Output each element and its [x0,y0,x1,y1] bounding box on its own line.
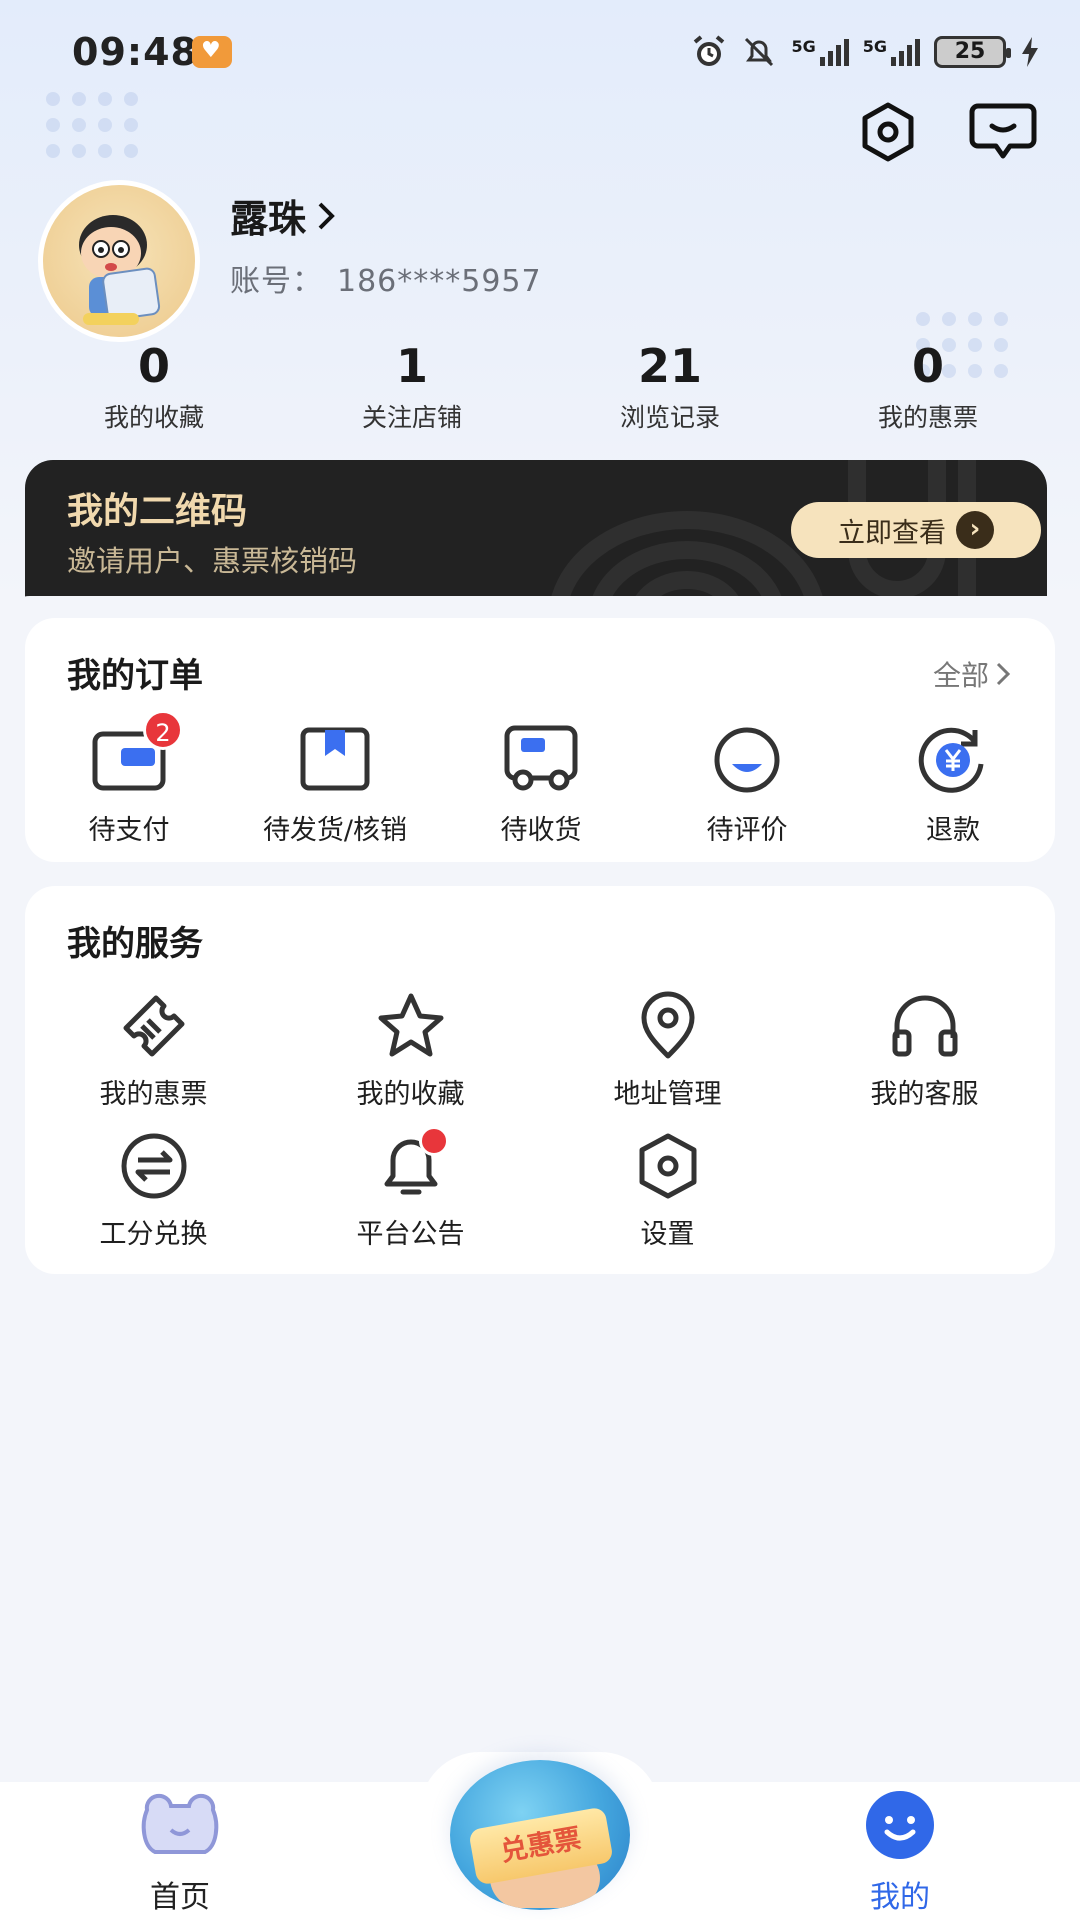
qr-banner-subtitle: 邀请用户、惠票核销码 [67,544,358,578]
signal-bars-icon [819,39,849,66]
service-label: 我的惠票 [99,1079,208,1110]
home-frog-icon [141,1793,219,1854]
stat-value: 0 [137,339,170,393]
service-settings[interactable]: 设置 [539,1130,796,1251]
truck-icon [504,725,578,791]
battery-indicator: 25 [934,36,1011,68]
qr-code-banner[interactable]: 我的二维码 邀请用户、惠票核销码 立即查看 › [25,460,1047,610]
service-label: 平台公告 [356,1219,465,1250]
order-label: 待发货/核销 [262,815,408,846]
order-pending-payment[interactable]: 2 待支付 [29,710,229,847]
stat-value: 21 [637,339,702,393]
network-label-1: 5G [791,37,816,56]
arrow-right-icon: › [956,511,994,549]
network-label-2: 5G [862,37,887,56]
stat-followed-shops[interactable]: 1 关注店铺 [283,338,541,434]
chevron-right-icon [318,202,335,229]
stat-label: 关注店铺 [361,403,462,432]
account-number: 186****5957 [337,264,542,299]
stat-history[interactable]: 21 浏览记录 [541,338,799,434]
service-announcements[interactable]: 平台公告 [282,1126,539,1251]
service-label: 地址管理 [613,1079,722,1110]
view-now-button[interactable]: 立即查看 › [791,502,1041,558]
exchange-icon [121,1133,186,1199]
headset-icon [892,995,957,1057]
username-link[interactable]: 露珠 [230,188,338,243]
service-label: 我的收藏 [356,1079,465,1110]
stat-value: 0 [911,339,944,393]
signal-5g-2: 5G [863,37,920,67]
alarm-icon [694,35,725,66]
order-label: 待收货 [500,815,582,846]
orders-all-link[interactable]: 全部 [933,654,1011,694]
service-label: 设置 [640,1219,695,1250]
orders-card: 我的订单 全部 2 待支付 待发货/核销 待收货 待评价 退款 [25,618,1055,862]
tab-home-label: 首页 [150,1880,210,1915]
tab-home[interactable]: 首页 [80,1790,280,1916]
service-customer-service[interactable]: 我的客服 [796,990,1053,1111]
stat-label: 我的收藏 [103,403,204,432]
refund-yen-icon [918,727,984,793]
orders-title: 我的订单 [67,656,203,696]
chevron-right-icon [996,662,1011,686]
order-label: 退款 [926,815,980,846]
profile-page: 09:48 5G 5G 25 [0,0,1080,1920]
service-my-favorites[interactable]: 我的收藏 [282,990,539,1111]
settings-hex-icon [639,1133,696,1199]
avatar-cartoon-image [79,215,161,325]
orders-all-label: 全部 [932,659,989,692]
star-icon [378,993,443,1057]
account-label: 账号： [230,264,323,299]
mine-smile-icon [866,1791,934,1859]
service-address[interactable]: 地址管理 [539,990,796,1111]
service-label: 我的客服 [870,1079,979,1110]
order-pending-shipment[interactable]: 待发货/核销 [235,724,435,847]
mute-bell-icon [745,37,774,67]
notification-dot [418,1126,449,1156]
message-icon[interactable] [968,100,1038,164]
ticket-icon [123,995,184,1057]
stat-label: 我的惠票 [877,403,978,432]
stats-row: 0 我的收藏 1 关注店铺 21 浏览记录 0 我的惠票 [0,338,1080,434]
order-pending-receipt[interactable]: 待收货 [441,724,641,847]
signal-bars-icon [891,39,920,66]
qr-banner-title: 我的二维码 [67,491,248,532]
stat-label: 浏览记录 [619,403,720,432]
battery-level: 25 [954,39,986,64]
order-label: 待支付 [88,815,170,846]
signal-5g-1: 5G [791,37,849,67]
tab-mine-label: 我的 [870,1880,930,1915]
health-app-icon [192,36,232,68]
order-pending-review[interactable]: 待评价 [647,724,847,847]
status-icons: 5G 5G 25 [691,34,1040,70]
bookmark-box-icon [300,727,370,791]
status-time: 09:48 [72,30,198,74]
pending-payment-badge: 2 [143,710,183,750]
stat-favorites[interactable]: 0 我的收藏 [25,338,283,434]
location-pin-icon [641,991,694,1059]
order-refund[interactable]: 退款 [853,724,1053,847]
scan-settings-icon[interactable] [856,100,920,164]
service-points-exchange[interactable]: 工分兑换 [25,1130,282,1251]
services-title: 我的服务 [67,924,203,964]
account-info: 账号： 186****5957 [230,256,542,300]
stat-value: 1 [395,339,428,393]
view-now-label: 立即查看 [838,517,946,549]
smile-comment-icon [714,727,780,793]
service-label: 工分兑换 [99,1219,208,1250]
redeem-ticket-button[interactable]: 兑惠票 [450,1760,630,1910]
decor-dots-left [46,92,138,158]
order-label: 待评价 [706,815,788,846]
tab-mine[interactable]: 我的 [800,1790,1000,1916]
username: 露珠 [230,197,307,241]
service-my-tickets[interactable]: 我的惠票 [25,990,282,1111]
avatar[interactable] [38,180,200,342]
stat-tickets[interactable]: 0 我的惠票 [799,338,1057,434]
status-bar: 09:48 5G 5G 25 [0,0,1080,100]
services-card: 我的服务 我的惠票 我的收藏 地址管理 我的客服 工分兑换 平台公告 设置 [25,886,1055,1274]
charging-bolt-icon [1022,37,1038,67]
